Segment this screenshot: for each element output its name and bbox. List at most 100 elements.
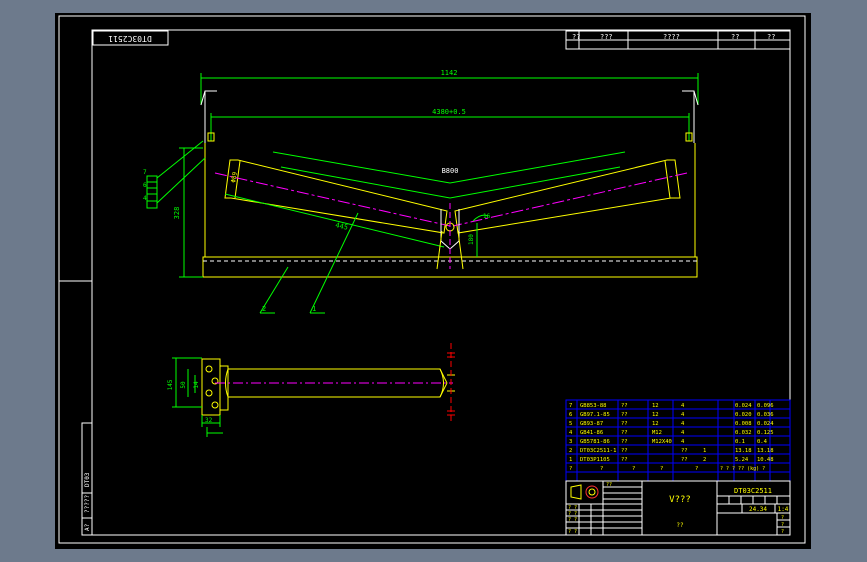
svg-text:?: ? bbox=[781, 529, 784, 535]
right-roller bbox=[454, 159, 681, 234]
bom-cell: ?? bbox=[621, 430, 628, 436]
bom-cell: 7 bbox=[569, 403, 572, 409]
height-label: 328 bbox=[173, 207, 181, 220]
detail-dim-145: 145 bbox=[167, 379, 174, 390]
bom-cell: 12 bbox=[652, 412, 659, 418]
bom-cell: 0.020 bbox=[735, 412, 752, 418]
bom-cell: 0.032 bbox=[735, 430, 752, 436]
cad-viewport[interactable]: DT03C2511 ?? ??? ???? ?? ?? 1142 4380+0.… bbox=[55, 13, 811, 549]
angle-label: 16 bbox=[483, 213, 491, 220]
bom-cell: 6 bbox=[569, 412, 572, 418]
bom-cell: 1 bbox=[569, 457, 572, 463]
bom-cell: 5.24 bbox=[735, 457, 749, 463]
callout-2: 2 bbox=[262, 305, 266, 313]
bom-cell: ?? bbox=[621, 412, 628, 418]
bom-cell: 4 bbox=[681, 430, 685, 436]
header-cell-1: ?? bbox=[572, 33, 580, 41]
svg-text:? ?: ? ? bbox=[568, 529, 577, 535]
bom-cell: ?? bbox=[621, 439, 628, 445]
bom-cell: 3 bbox=[569, 439, 572, 445]
bom-cell: ?? bbox=[621, 403, 628, 409]
left-roller-axis bbox=[214, 172, 451, 227]
radius-label: 180 bbox=[468, 234, 475, 245]
bom-footer-cell: ? bbox=[569, 466, 572, 472]
bom-footer-cell: ? bbox=[632, 466, 635, 472]
bom-cell: 0.1 bbox=[735, 439, 745, 445]
bom-cell: 13.18 bbox=[757, 448, 774, 454]
bom-cell: 4 bbox=[681, 421, 685, 427]
trough-idler-assembly: 1142 4380+0.5 B800 445 Φ89 16 180 328 7 … bbox=[143, 69, 699, 314]
bom-cell: 10.48 bbox=[757, 457, 774, 463]
drawing-number: DT03C2511 bbox=[734, 487, 772, 495]
bom-cell: 2 bbox=[569, 448, 572, 454]
bom-cell: ?? bbox=[681, 457, 688, 463]
bom-cell: ?? bbox=[621, 448, 628, 454]
bom-cell: 0.024 bbox=[757, 421, 774, 427]
svg-text:4: 4 bbox=[143, 195, 147, 202]
bom-cell: 4 bbox=[569, 430, 573, 436]
company-logo bbox=[570, 484, 599, 500]
bom-cell: DT03C2511-1 bbox=[580, 448, 616, 454]
inner-width-label: 4380+0.5 bbox=[432, 108, 466, 116]
bom-cell: 4 bbox=[681, 412, 685, 418]
svg-text:? ?: ? ? bbox=[568, 517, 577, 523]
strip-text-2: ????? bbox=[84, 495, 91, 513]
header-cell-5: ?? bbox=[767, 33, 775, 41]
bom-cell: GB5781-86 bbox=[580, 439, 610, 445]
bom-cell: GB41-86 bbox=[580, 430, 603, 436]
svg-text:??: ?? bbox=[606, 482, 612, 488]
code-stamp: DT03C2511 bbox=[108, 34, 152, 43]
roller-detail-view: 145 50 14 32 bbox=[167, 343, 455, 437]
bom-cell: GB97.1-85 bbox=[580, 412, 610, 418]
svg-text:6: 6 bbox=[143, 182, 147, 189]
bom-cell: 4 bbox=[681, 439, 685, 445]
bom-cell: 0.4 bbox=[757, 439, 768, 445]
bom-table: 7 GB853-88?? 12 4 0.024 0.0966 GB97.1-85?? 12 4 0… bbox=[565, 399, 791, 482]
svg-text:14: 14 bbox=[193, 381, 200, 389]
bom-cell: ?? bbox=[621, 457, 628, 463]
bom-cell: DT03P1105 bbox=[580, 457, 610, 463]
strip-text-1: A? bbox=[84, 523, 91, 531]
strip-text-3: DT03 bbox=[84, 472, 91, 487]
title-block: ?? ? ? ? ? ? ? ? ? V??? DT03C2511 24.34 … bbox=[565, 480, 791, 536]
header-cell-2: ??? bbox=[600, 33, 613, 41]
bom-cell: M12 bbox=[652, 430, 662, 436]
bom-footer-cell: ? bbox=[695, 466, 698, 472]
bom-cell: GB853-88 bbox=[580, 403, 607, 409]
bom-footer-cell: ? bbox=[660, 466, 663, 472]
header-cell-3: ???? bbox=[663, 33, 680, 41]
bom-cell: 0.125 bbox=[757, 430, 774, 436]
bom-cell: 12 bbox=[652, 403, 659, 409]
bom-cell: 12 bbox=[652, 421, 659, 427]
svg-text:?: ? bbox=[781, 522, 784, 528]
header-cell-4: ?? bbox=[731, 33, 739, 41]
bom-cell: 0.024 bbox=[735, 403, 752, 409]
bom-cell: 4 bbox=[681, 403, 685, 409]
bom-cell: 5 bbox=[569, 421, 572, 427]
bom-cell: 0.008 bbox=[735, 421, 752, 427]
bom-cell: ?? bbox=[621, 421, 628, 427]
header-table: ?? ??? ???? ?? ?? bbox=[565, 30, 791, 50]
svg-text:32: 32 bbox=[205, 417, 213, 424]
outer-frame bbox=[58, 15, 806, 544]
bom-cell: 13.18 bbox=[735, 448, 752, 454]
callout-1: 1 bbox=[312, 305, 316, 313]
bom-cell: ?? bbox=[681, 448, 688, 454]
bom-header-right: ? ? ? ?? (kg) ? bbox=[720, 466, 765, 472]
overall-width-label: 1142 bbox=[441, 69, 458, 77]
bom-cell: 0.096 bbox=[757, 403, 774, 409]
svg-text:50: 50 bbox=[180, 381, 187, 389]
drawing-title: V??? bbox=[669, 495, 691, 505]
scale-value: 1:4 bbox=[778, 506, 789, 513]
svg-text:7: 7 bbox=[143, 169, 147, 176]
bom-cell: 1 bbox=[703, 448, 706, 454]
roller-length-label: 445 bbox=[335, 221, 349, 232]
bom-cell: M12X40 bbox=[652, 439, 672, 445]
bom-cell: 2 bbox=[703, 457, 706, 463]
bom-footer-cell: ? bbox=[600, 466, 603, 472]
bom-cell: 0.036 bbox=[757, 412, 774, 418]
belt-width-label: B800 bbox=[442, 167, 459, 175]
weight-value: 24.34 bbox=[749, 506, 767, 513]
bom-cell: GB93-87 bbox=[580, 421, 603, 427]
bottom-mid: ?? bbox=[676, 522, 684, 529]
